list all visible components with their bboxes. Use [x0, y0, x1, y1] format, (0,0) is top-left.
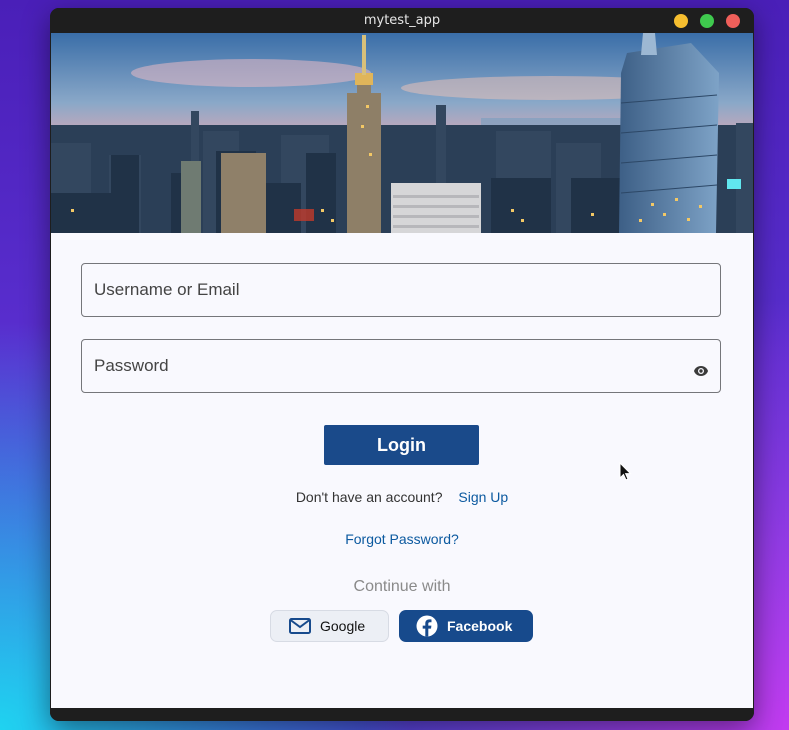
- mouse-pointer-icon: [619, 461, 633, 482]
- signup-row: Don't have an account? Sign Up: [51, 489, 753, 505]
- facebook-label: Facebook: [447, 618, 513, 634]
- login-button[interactable]: Login: [324, 425, 479, 465]
- username-input[interactable]: [94, 264, 674, 316]
- window-bottom-edge: [50, 708, 754, 721]
- header-skyline-image: [51, 33, 753, 233]
- username-field[interactable]: [81, 263, 721, 317]
- close-button[interactable]: [726, 14, 740, 28]
- google-label: Google: [320, 618, 366, 634]
- forgot-password-row: Forgot Password?: [51, 531, 753, 547]
- facebook-button[interactable]: Facebook: [399, 610, 533, 642]
- signup-link[interactable]: Sign Up: [458, 489, 508, 505]
- app-window: mytest_app Username or Email Login Don't…: [50, 8, 754, 721]
- forgot-password-link[interactable]: Forgot Password?: [345, 531, 459, 547]
- facebook-icon: [416, 615, 438, 637]
- mail-icon: [289, 615, 311, 637]
- no-account-text: Don't have an account?: [295, 489, 443, 505]
- google-button[interactable]: Google: [270, 610, 389, 642]
- login-form-area: Login Don't have an account? Sign Up For…: [51, 233, 753, 708]
- minimize-button[interactable]: [674, 14, 688, 28]
- maximize-button[interactable]: [700, 14, 714, 28]
- eye-icon[interactable]: [694, 361, 708, 376]
- password-input[interactable]: [94, 340, 674, 392]
- title-bar[interactable]: mytest_app: [50, 8, 754, 33]
- password-field[interactable]: [81, 339, 721, 393]
- window-title: mytest_app: [363, 13, 441, 28]
- continue-with-label: Continue with: [353, 578, 451, 595]
